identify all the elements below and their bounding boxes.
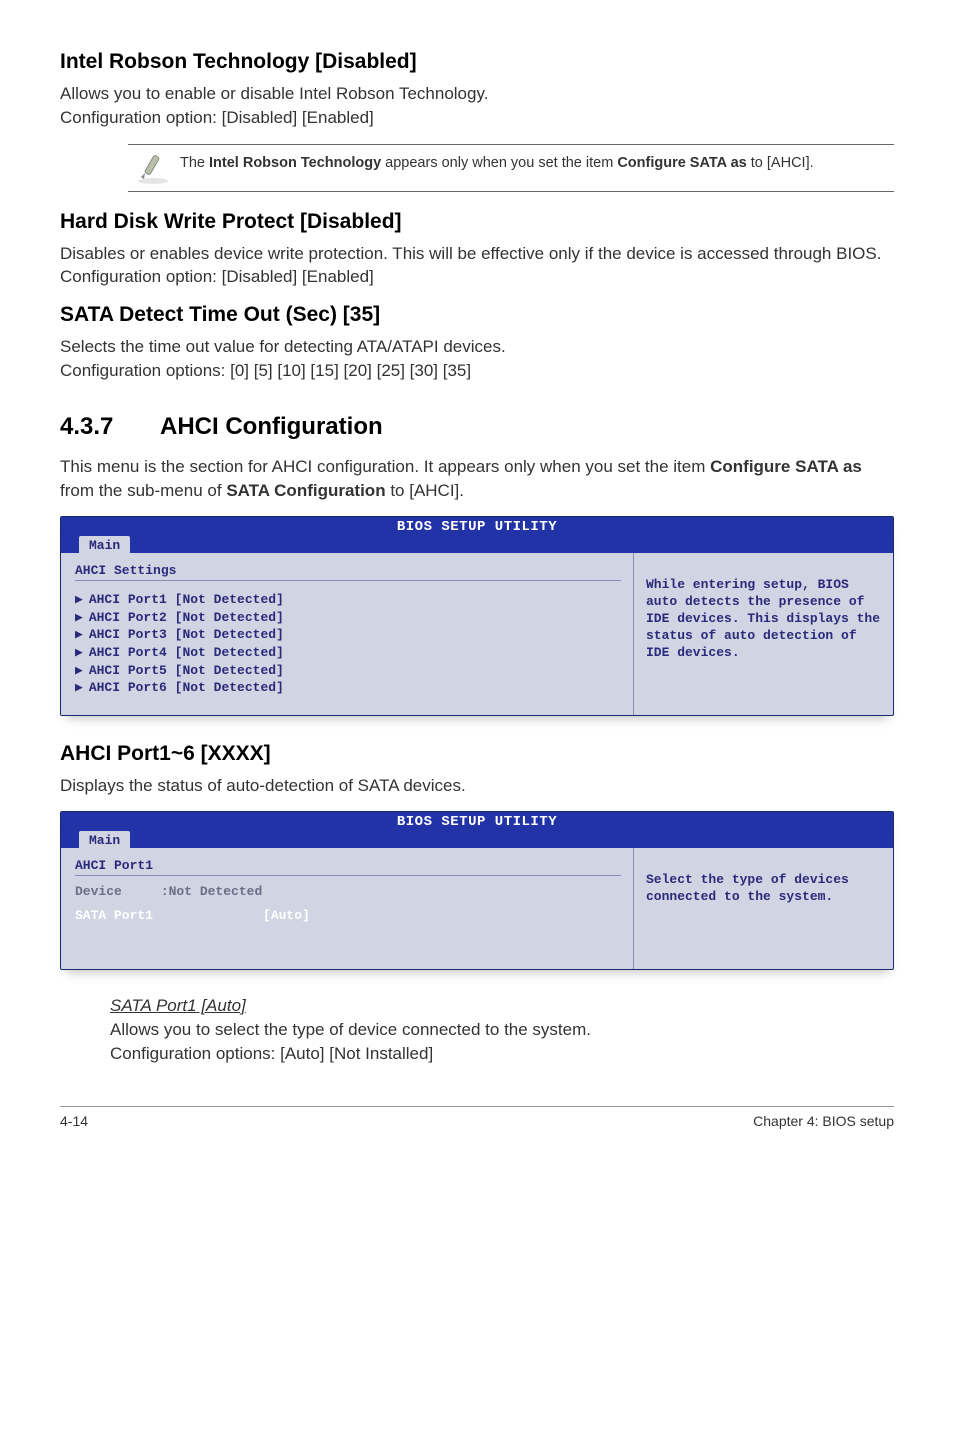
- note-callout: The Intel Robson Technology appears only…: [128, 144, 894, 192]
- bios-help-text: While entering setup, BIOS auto detects …: [646, 577, 880, 660]
- text-fragment: The: [180, 155, 209, 171]
- bios-menu-item: ▶ AHCI Port6 [Not Detected]: [75, 679, 621, 697]
- bios-item-label: AHCI Port5 [Not Detected]: [89, 662, 284, 680]
- text-line: Allows you to select the type of device …: [110, 1020, 591, 1039]
- body-text: Displays the status of auto-detection of…: [60, 774, 894, 798]
- triangle-right-icon: ▶: [75, 662, 83, 680]
- text-line: Configuration options: [0] [5] [10] [15]…: [60, 361, 471, 380]
- body-text: Selects the time out value for detecting…: [60, 335, 894, 383]
- body-text: Allows you to select the type of device …: [110, 1018, 894, 1066]
- body-text: Allows you to enable or disable Intel Ro…: [60, 82, 894, 130]
- text-fragment: to [AHCI].: [747, 155, 814, 171]
- bios-left-panel: AHCI Port1 Device :Not Detected SATA Por…: [61, 848, 633, 969]
- text-fragment: appears only when you set the item: [381, 155, 617, 171]
- bios-item-label: AHCI Port2 [Not Detected]: [89, 609, 284, 627]
- note-text: The Intel Robson Technology appears only…: [180, 151, 814, 173]
- section-number: 4.3.7: [60, 413, 160, 441]
- bios-help-panel: While entering setup, BIOS auto detects …: [633, 553, 893, 714]
- text-fragment: This menu is the section for AHCI config…: [60, 457, 710, 476]
- triangle-right-icon: ▶: [75, 609, 83, 627]
- triangle-right-icon: ▶: [75, 626, 83, 644]
- text-fragment: from the sub-menu of: [60, 481, 226, 500]
- bios-menu-item: ▶ AHCI Port5 [Not Detected]: [75, 662, 621, 680]
- text-bold: Configure SATA as: [617, 155, 746, 171]
- bios-tab-main: Main: [79, 536, 130, 553]
- pencil-note-icon: [128, 151, 180, 185]
- bios-menu-item: ▶ AHCI Port4 [Not Detected]: [75, 644, 621, 662]
- bios-item-label: AHCI Port6 [Not Detected]: [89, 679, 284, 697]
- text-line: Configuration options: [Auto] [Not Insta…: [110, 1044, 433, 1063]
- sub-option-block: SATA Port1 [Auto] Allows you to select t…: [110, 996, 894, 1066]
- sub-option-title: SATA Port1 [Auto]: [110, 996, 894, 1016]
- bios-field-value: [Auto]: [263, 908, 310, 923]
- triangle-right-icon: ▶: [75, 644, 83, 662]
- triangle-right-icon: ▶: [75, 591, 83, 609]
- bios-device-row: Device :Not Detected: [75, 882, 621, 902]
- text-bold: Configure SATA as: [710, 457, 862, 476]
- triangle-right-icon: ▶: [75, 679, 83, 697]
- text-line: Allows you to enable or disable Intel Ro…: [60, 84, 488, 103]
- heading-ahci-configuration: 4.3.7AHCI Configuration: [60, 413, 894, 441]
- bios-item-label: AHCI Port4 [Not Detected]: [89, 644, 284, 662]
- text-fragment: to [AHCI].: [386, 481, 464, 500]
- bios-field-label: SATA Port1: [75, 908, 153, 923]
- bios-title: BIOS SETUP UTILITY: [61, 812, 893, 830]
- body-text: This menu is the section for AHCI config…: [60, 455, 894, 503]
- bios-tab-main: Main: [79, 831, 130, 848]
- bios-header: BIOS SETUP UTILITY Main: [61, 812, 893, 848]
- bios-left-panel: AHCI Settings ▶ AHCI Port1 [Not Detected]…: [61, 553, 633, 714]
- chapter-label: Chapter 4: BIOS setup: [753, 1113, 894, 1129]
- heading-hd-write-protect: Hard Disk Write Protect [Disabled]: [60, 210, 894, 234]
- section-title: AHCI Configuration: [160, 413, 383, 440]
- body-text: Disables or enables device write protect…: [60, 242, 894, 290]
- bios-screenshot-ahci-port1: BIOS SETUP UTILITY Main AHCI Port1 Devic…: [60, 811, 894, 970]
- bios-header: BIOS SETUP UTILITY Main: [61, 517, 893, 553]
- bios-help-panel: Select the type of devices connected to …: [633, 848, 893, 969]
- heading-intel-robson: Intel Robson Technology [Disabled]: [60, 50, 894, 74]
- bios-menu-item: ▶ AHCI Port2 [Not Detected]: [75, 609, 621, 627]
- bios-selected-row: SATA Port1 [Auto]: [75, 908, 621, 923]
- text-line: Configuration option: [Disabled] [Enable…: [60, 108, 374, 127]
- bios-subtitle: AHCI Settings: [75, 563, 621, 581]
- bios-subtitle: AHCI Port1: [75, 858, 621, 876]
- bios-screenshot-ahci-settings: BIOS SETUP UTILITY Main AHCI Settings ▶A…: [60, 516, 894, 715]
- bios-device-value: :Not Detected: [161, 884, 262, 899]
- heading-ahci-port: AHCI Port1~6 [XXXX]: [60, 742, 894, 766]
- bios-help-text: Select the type of devices connected to …: [646, 872, 849, 904]
- bios-title: BIOS SETUP UTILITY: [61, 517, 893, 535]
- heading-sata-detect-timeout: SATA Detect Time Out (Sec) [35]: [60, 303, 894, 327]
- bios-menu-item: ▶ AHCI Port3 [Not Detected]: [75, 626, 621, 644]
- bios-item-label: AHCI Port3 [Not Detected]: [89, 626, 284, 644]
- bios-item-label: AHCI Port1 [Not Detected]: [89, 591, 284, 609]
- text-bold: Intel Robson Technology: [209, 155, 381, 171]
- text-line: Selects the time out value for detecting…: [60, 337, 506, 356]
- bios-menu-item: ▶ AHCI Port1 [Not Detected]: [75, 591, 621, 609]
- bios-device-label: Device: [75, 884, 122, 899]
- text-bold: SATA Configuration: [226, 481, 385, 500]
- page-number: 4-14: [60, 1113, 88, 1129]
- page-footer: 4-14 Chapter 4: BIOS setup: [60, 1106, 894, 1129]
